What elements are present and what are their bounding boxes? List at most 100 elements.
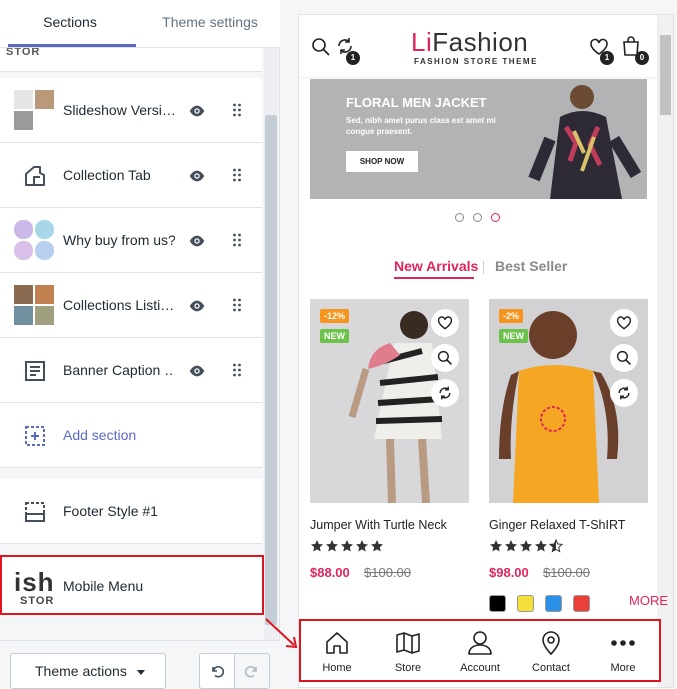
mobile-menu-store[interactable]: Store xyxy=(372,621,444,680)
section-row-slideshow[interactable]: Slideshow Versi… xyxy=(0,78,262,143)
mobile-menu-contact[interactable]: Contact xyxy=(515,621,587,680)
mobile-menu-label: Store xyxy=(394,662,422,674)
logo-prefix: Li xyxy=(411,27,433,57)
section-label: Why buy from us? xyxy=(63,232,175,248)
drag-handle-icon[interactable] xyxy=(232,168,242,182)
section-label: Collections Listi… xyxy=(63,297,175,313)
active-product-tab-indicator xyxy=(394,277,474,279)
slide-text: Sed, nibh amet purus class est amet mi c… xyxy=(346,116,496,136)
drag-handle-icon[interactable] xyxy=(232,233,242,247)
undo-button[interactable] xyxy=(199,653,235,689)
mobile-menu-label: Account xyxy=(460,662,500,674)
mobile-menu-more[interactable]: More xyxy=(587,621,659,680)
shop-now-button[interactable]: SHOP NOW xyxy=(346,151,418,172)
compare-button[interactable] xyxy=(610,379,638,407)
section-row-footer[interactable]: Footer Style #1 xyxy=(0,479,262,544)
slide-dot[interactable] xyxy=(455,213,464,222)
section-label: Mobile Menu xyxy=(63,578,144,594)
eye-icon[interactable] xyxy=(188,297,206,315)
heart-icon xyxy=(437,316,453,330)
redo-icon xyxy=(244,666,257,678)
eye-icon[interactable] xyxy=(188,362,206,380)
add-section-label: Add section xyxy=(63,427,137,443)
discount-badge: -12% xyxy=(320,309,350,323)
mobile-menu-thumbnail: ish STOR xyxy=(14,565,60,609)
more-dots-icon xyxy=(611,640,635,646)
quick-view-button[interactable] xyxy=(610,344,638,372)
eye-icon[interactable] xyxy=(188,232,206,250)
eye-icon[interactable] xyxy=(188,102,206,120)
product-name[interactable]: Ginger Relaxed T-ShIRT xyxy=(489,518,625,532)
location-pin-icon xyxy=(542,631,560,656)
collection-tab-icon xyxy=(25,166,45,186)
tab-theme-settings[interactable]: Theme settings xyxy=(140,0,280,47)
section-list: STOR Slideshow Versi… Collection Tab Why… xyxy=(0,48,262,640)
eye-icon[interactable] xyxy=(188,167,206,185)
section-row-why-buy[interactable]: Why buy from us? xyxy=(0,208,262,273)
product-name[interactable]: Jumper With Turtle Neck xyxy=(310,518,447,532)
color-swatch-black[interactable] xyxy=(489,595,506,612)
editor-sidebar: Sections Theme settings STOR Slideshow V… xyxy=(0,0,280,689)
text-block-icon xyxy=(25,361,45,381)
slide-dot-active[interactable] xyxy=(491,213,500,222)
discount-badge: -2% xyxy=(499,309,524,323)
theme-actions-button[interactable]: Theme actions xyxy=(10,653,166,689)
why-buy-thumbnail xyxy=(14,220,56,262)
editor-tabs: Sections Theme settings xyxy=(0,0,280,48)
compare-button[interactable] xyxy=(431,379,459,407)
section-row-mobile-menu[interactable]: ish STOR Mobile Menu xyxy=(0,555,264,615)
section-label: Slideshow Versi… xyxy=(63,102,175,118)
section-label: Footer Style #1 xyxy=(63,503,158,519)
slide-dot[interactable] xyxy=(473,213,482,222)
tab-best-seller[interactable]: Best Seller xyxy=(495,258,567,274)
mobile-bottom-menu: Home Store Account Contact More xyxy=(299,619,661,682)
caret-down-icon xyxy=(137,670,145,675)
add-section-icon xyxy=(25,426,45,446)
search-icon[interactable] xyxy=(311,37,331,57)
section-row-banner-caption[interactable]: Banner Caption … xyxy=(0,338,262,403)
color-swatch-yellow[interactable] xyxy=(517,595,534,612)
section-row-collection-tab[interactable]: Collection Tab xyxy=(0,143,262,208)
drag-handle-icon[interactable] xyxy=(232,363,242,377)
theme-actions-label: Theme actions xyxy=(35,663,127,679)
store-logo[interactable]: LiFashion xyxy=(411,27,528,58)
drag-handle-icon[interactable] xyxy=(232,298,242,312)
drag-handle-icon[interactable] xyxy=(232,103,242,117)
wishlist-button[interactable] xyxy=(610,309,638,337)
new-badge: NEW xyxy=(499,329,528,343)
compare-count-badge: 1 xyxy=(346,51,360,65)
wishlist-button[interactable] xyxy=(431,309,459,337)
color-swatch-red[interactable] xyxy=(573,595,590,612)
redo-button[interactable] xyxy=(234,653,270,689)
quick-view-button[interactable] xyxy=(431,344,459,372)
mobile-menu-thumbnail-text: ish xyxy=(14,567,55,597)
mobile-menu-home[interactable]: Home xyxy=(301,621,373,680)
more-colors-link[interactable]: MORE xyxy=(629,593,668,608)
undo-icon xyxy=(212,666,225,678)
mobile-menu-account[interactable]: Account xyxy=(444,621,516,680)
store-tagline: FASHION STORE THEME xyxy=(414,57,538,66)
add-section-button[interactable]: Add section xyxy=(0,403,262,468)
slide-pagination xyxy=(455,213,505,223)
preview-scrollbar[interactable] xyxy=(657,15,673,687)
hero-slide[interactable]: FLORAL MEN JACKET Sed, nibh amet purus c… xyxy=(310,79,647,199)
product-image[interactable]: -2% NEW xyxy=(489,299,648,503)
star-rating xyxy=(490,539,564,553)
slide-title: FLORAL MEN JACKET xyxy=(346,95,487,110)
preview-scrollbar-thumb[interactable] xyxy=(660,35,671,115)
store-header: 1 LiFashion FASHION STORE THEME 1 0 xyxy=(299,15,657,77)
section-label: Banner Caption … xyxy=(63,362,175,378)
tab-new-arrivals[interactable]: New Arrivals xyxy=(394,258,478,274)
mobile-menu-label: Home xyxy=(322,662,352,674)
product-image[interactable]: -12% NEW xyxy=(310,299,469,503)
editor-bottom-bar: Theme actions xyxy=(0,640,280,689)
collections-listing-thumbnail xyxy=(14,285,56,327)
partial-section-label: STOR xyxy=(6,48,41,58)
slideshow-thumbnail xyxy=(14,90,56,132)
tab-sections[interactable]: Sections xyxy=(0,0,140,47)
product-old-price: $100.00 xyxy=(364,565,411,580)
section-row-collections-listing[interactable]: Collections Listi… xyxy=(0,273,262,338)
model-jacket-image xyxy=(528,85,642,199)
sidebar-scrollbar-thumb[interactable] xyxy=(265,115,277,625)
color-swatch-blue[interactable] xyxy=(545,595,562,612)
